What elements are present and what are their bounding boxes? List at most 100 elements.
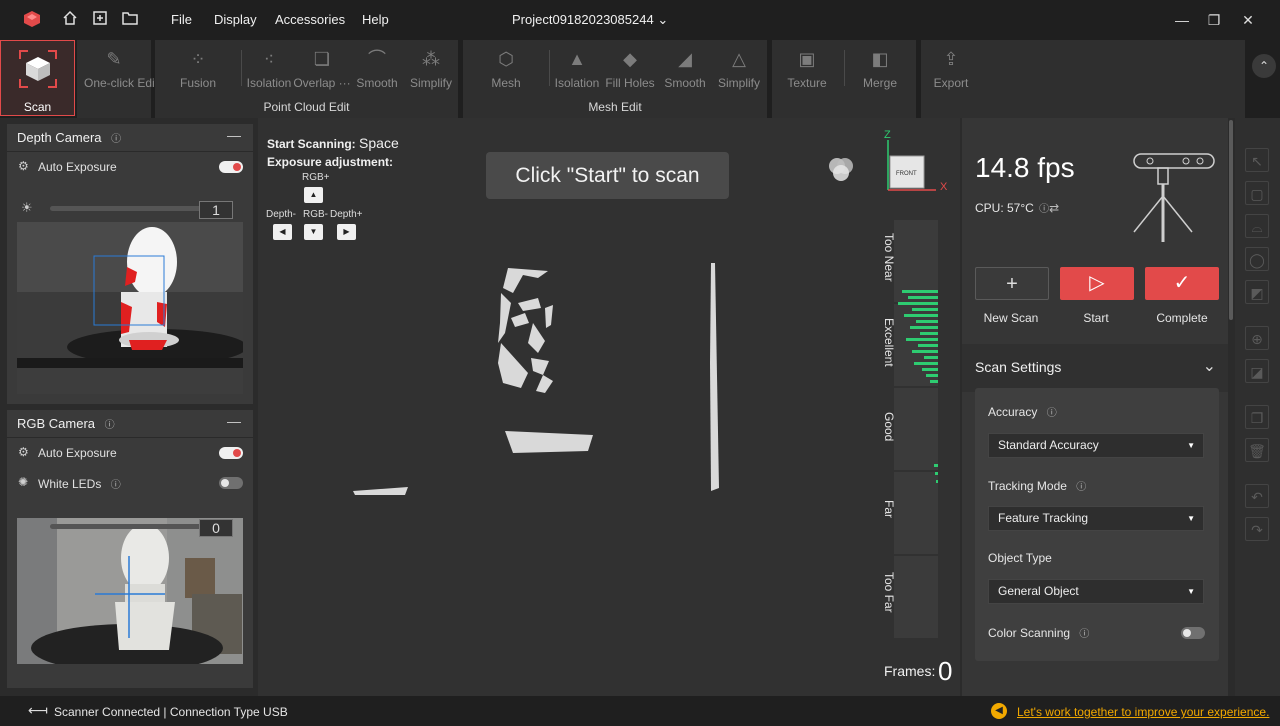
accuracy-select[interactable]: Standard Accuracy ▼ [988, 433, 1204, 458]
dropdown-arrow-icon: ▼ [1187, 580, 1195, 603]
tracking-mode-select[interactable]: Feature Tracking ▼ [988, 506, 1204, 531]
depth-minus-key[interactable]: ◀ [273, 224, 292, 240]
ribbon-group-mesh: ⬡ Mesh ▲ Isolation ◆ Fill Holes ◢ Smooth… [463, 40, 767, 118]
info-icon[interactable]: ⓘ [1076, 482, 1086, 493]
pc-isolation-button[interactable]: ⁖ Isolation [239, 46, 299, 94]
depth-plus-key[interactable]: ▶ [337, 224, 356, 240]
3d-viewport[interactable]: Start Scanning: Space Exposure adjustmen… [258, 118, 960, 696]
cpu-temperature: CPU: 57°C [975, 201, 1034, 215]
fusion-icon: ⁘ [187, 48, 209, 70]
depth-auto-exposure-toggle[interactable] [219, 161, 243, 173]
swap-icon[interactable]: ⇄ [1049, 201, 1059, 215]
start-button[interactable]: ▷ [1060, 267, 1134, 300]
collapse-icon[interactable]: — [227, 127, 241, 143]
cursor-select-icon[interactable]: ↖ [1245, 148, 1269, 172]
new-project-icon[interactable] [90, 10, 110, 30]
plane-cut-icon[interactable]: ◩ [1245, 280, 1269, 304]
depth-exposure-slider[interactable] [50, 206, 202, 211]
pc-simplify-button[interactable]: ⁂ Simplify [401, 46, 461, 94]
ribbon-group-one-click: ✎ One-click Edit [77, 40, 151, 118]
complete-button[interactable]: ✓ [1145, 267, 1219, 300]
rect-select-icon[interactable]: ▢ [1245, 181, 1269, 205]
mesh-edit-title: Mesh Edit [463, 100, 767, 114]
depth-camera-view: ☀ 1 [17, 192, 243, 394]
mesh-smooth-button[interactable]: ◢ Smooth [655, 46, 715, 94]
lasso-select-icon[interactable]: ⌓ [1245, 214, 1269, 238]
info-icon[interactable]: ⓘ [111, 480, 121, 491]
info-icon[interactable]: ⓘ [105, 420, 115, 431]
scan-button[interactable]: Scan [0, 40, 75, 116]
rgb-exposure-value[interactable]: 0 [199, 519, 233, 537]
color-scanning-toggle[interactable] [1181, 627, 1205, 639]
frames-label: Frames: [884, 663, 935, 679]
feedback-link[interactable]: Let's work together to improve your expe… [1017, 705, 1269, 719]
brush-select-icon[interactable]: ◯ [1245, 247, 1269, 271]
menu-help[interactable]: Help [362, 12, 389, 27]
collapse-ribbon-icon[interactable]: ⌃ [1252, 54, 1276, 78]
orientation-gizmo[interactable]: FRONT Z X [878, 128, 958, 208]
mesh-isolation-button[interactable]: ▲ Isolation [547, 46, 607, 94]
close-icon[interactable]: ✕ [1238, 10, 1258, 30]
scrollbar-thumb[interactable] [1229, 120, 1233, 320]
fusion-button[interactable]: ⁘ Fusion [168, 46, 228, 94]
accuracy-value: Standard Accuracy [998, 438, 1099, 452]
rgb-camera-title: RGB Camera ⓘ [17, 416, 115, 431]
texture-button[interactable]: ▣ Texture [777, 46, 837, 94]
collapse-icon[interactable]: — [227, 413, 241, 429]
new-scan-label: New Scan [966, 311, 1056, 325]
invert-select-icon[interactable]: ◪ [1245, 359, 1269, 383]
info-icon[interactable]: ⓘ [1047, 408, 1057, 419]
restore-icon[interactable]: ❐ [1204, 10, 1224, 30]
undo-icon[interactable]: ↶ [1245, 484, 1269, 508]
object-type-select[interactable]: General Object ▼ [988, 579, 1204, 604]
info-icon[interactable]: ⓘ [111, 134, 121, 145]
delete-icon[interactable]: 🗑 [1245, 438, 1269, 462]
rgb-exposure-slider[interactable] [50, 524, 202, 529]
simplify-icon: △ [728, 48, 750, 70]
project-title[interactable]: Project09182023085244 ⌄ [512, 12, 668, 28]
rgb-auto-exposure-toggle[interactable] [219, 447, 243, 459]
home-icon[interactable] [60, 10, 80, 30]
copy-icon[interactable]: ❐ [1245, 405, 1269, 429]
white-leds-toggle[interactable] [219, 477, 243, 489]
merge-label: Merge [850, 76, 910, 90]
menu-file[interactable]: File [171, 12, 192, 27]
merge-icon: ◧ [869, 48, 891, 70]
merge-button[interactable]: ◧ Merge [850, 46, 910, 94]
menu-accessories[interactable]: Accessories [275, 12, 345, 27]
select-through-icon[interactable]: ⊕ [1245, 326, 1269, 350]
right-panel-scrollbar[interactable] [1228, 118, 1234, 696]
fill-holes-button[interactable]: ◆ Fill Holes [600, 46, 660, 94]
new-scan-button[interactable]: + [975, 267, 1049, 300]
tracking-mode-text: Tracking Mode [988, 479, 1067, 493]
rgb-plus-key[interactable]: ▲ [304, 187, 323, 203]
open-folder-icon[interactable] [120, 10, 140, 30]
minimize-icon[interactable]: — [1172, 10, 1192, 30]
mesh-label: Mesh [476, 76, 536, 90]
menu-display[interactable]: Display [214, 12, 257, 27]
export-button[interactable]: ⇪ Export [921, 46, 981, 94]
mesh-simplify-button[interactable]: △ Simplify [709, 46, 769, 94]
overlap-icon: ❏ [311, 48, 333, 70]
redo-icon[interactable]: ↷ [1245, 517, 1269, 541]
info-icon[interactable]: ⓘ [1039, 204, 1049, 215]
color-mode-icon[interactable] [825, 155, 857, 187]
info-icon[interactable]: ⓘ [1079, 629, 1089, 640]
mesh-button[interactable]: ⬡ Mesh [476, 46, 536, 94]
rgb-camera-header: RGB Camera ⓘ — [7, 410, 253, 438]
usb-connection-icon: ⟻ [28, 702, 48, 719]
depth-exposure-value[interactable]: 1 [199, 201, 233, 219]
pc-smooth-button[interactable]: ⌒ Smooth [347, 46, 407, 94]
one-click-edit-button[interactable]: ✎ One-click Edit [84, 46, 144, 94]
rgb-camera-image [17, 518, 243, 664]
white-leds-text: White LEDs [38, 477, 101, 491]
distance-label-far: Far [876, 500, 896, 518]
toggle-knob [233, 163, 241, 171]
rgb-minus-key[interactable]: ▼ [304, 224, 323, 240]
scan-settings-header[interactable]: Scan Settings ⌄ [962, 344, 1230, 392]
pc-overlap-button[interactable]: ❏ Overlap ··· [292, 46, 352, 94]
scan-cube-icon [16, 47, 60, 91]
status-bar: ⟻ Scanner Connected | Connection Type US… [0, 696, 1280, 726]
chevron-down-icon[interactable]: ⌄ [1203, 356, 1216, 376]
edit-tool-strip: ↖ ▢ ⌓ ◯ ◩ ⊕ ◪ ❐ 🗑 ↶ ↷ [1235, 118, 1280, 696]
